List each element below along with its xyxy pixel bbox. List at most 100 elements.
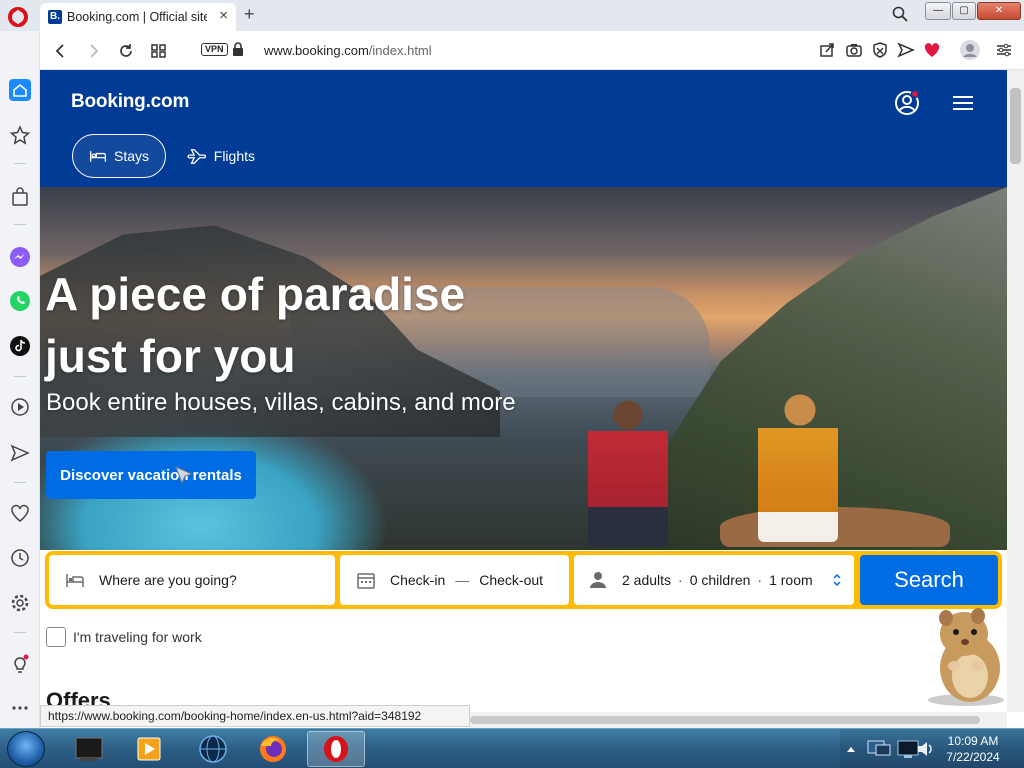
opera-logo-icon[interactable]	[8, 7, 28, 27]
url-host: www.booking.com	[264, 43, 369, 58]
heart-icon[interactable]	[923, 41, 941, 59]
firefox-icon	[260, 736, 286, 762]
lock-icon[interactable]	[232, 42, 244, 56]
terminal-app-icon	[75, 737, 103, 761]
search-button[interactable]: Search	[860, 555, 998, 605]
opera-icon	[324, 736, 348, 762]
hero-person-shape	[588, 397, 668, 547]
taskbar-app-media[interactable]	[120, 731, 178, 767]
work-travel-row: I'm traveling for work	[46, 627, 202, 647]
flow-send-icon[interactable]	[9, 442, 31, 464]
share-icon[interactable]	[818, 41, 836, 59]
booking-favicon-icon: B.	[48, 10, 62, 24]
work-travel-label[interactable]: I'm traveling for work	[73, 629, 202, 645]
sidebar-divider	[14, 482, 26, 483]
booking-logo[interactable]: Booking.com	[71, 91, 189, 113]
mouse-cursor-icon	[175, 466, 194, 485]
destination-input[interactable]: Where are you going?	[49, 555, 335, 605]
taskbar-app-terminal[interactable]	[60, 731, 118, 767]
bookmarks-heart-icon[interactable]	[9, 502, 31, 524]
history-clock-icon[interactable]	[9, 547, 31, 569]
network-monitor-icon[interactable]	[866, 736, 892, 762]
taskbar-app-globe[interactable]	[184, 731, 242, 767]
occupancy-selector[interactable]: 2 adults · 0 children · 1 room	[574, 555, 854, 605]
snapshot-camera-icon[interactable]	[845, 41, 863, 59]
tab-grid-icon[interactable]	[150, 42, 168, 60]
rooms-count: 1 room	[769, 572, 813, 588]
url-path: /index.html	[368, 43, 432, 58]
hero-banner: A piece of paradise just for you Book en…	[40, 187, 1007, 550]
occupancy-separator: ·	[757, 572, 763, 588]
whatsapp-icon[interactable]	[9, 290, 31, 312]
window-close-button[interactable]: ✕	[977, 2, 1021, 20]
taskbar-app-firefox[interactable]	[244, 731, 302, 767]
sidebar-divider	[14, 376, 26, 377]
windows-taskbar: 10:09 AM 7/22/2024	[0, 728, 1024, 768]
tray-expand-arrow-icon[interactable]	[846, 744, 856, 754]
back-arrow-icon[interactable]	[52, 42, 70, 60]
new-tab-button[interactable]: +	[244, 3, 255, 25]
pinboards-icon[interactable]	[9, 124, 31, 146]
nav-tab-stays[interactable]: Stays	[72, 134, 166, 178]
work-travel-checkbox[interactable]	[46, 627, 66, 647]
tab-close-icon[interactable]: ×	[219, 8, 228, 24]
tips-lightbulb-icon[interactable]	[9, 653, 31, 675]
home-icon[interactable]	[9, 79, 31, 101]
player-icon[interactable]	[9, 396, 31, 418]
forward-arrow-icon[interactable]	[84, 42, 102, 60]
profile-avatar-icon[interactable]	[959, 39, 981, 61]
reload-icon[interactable]	[117, 42, 135, 60]
send-icon[interactable]	[897, 41, 915, 59]
nav-tab-flights[interactable]: Flights	[171, 134, 271, 178]
discover-vacation-rentals-button[interactable]: Discover vacation rentals	[46, 451, 256, 499]
tiktok-icon[interactable]	[9, 335, 31, 357]
easy-setup-icon[interactable]	[995, 41, 1013, 59]
checkin-label[interactable]: Check-in	[390, 572, 445, 588]
messenger-icon[interactable]	[9, 246, 31, 268]
sidebar-divider	[14, 163, 26, 164]
nav-tab-label: Flights	[213, 148, 255, 164]
adults-count: 2 adults	[622, 572, 672, 588]
hamburger-menu-icon[interactable]	[953, 95, 973, 111]
calendar-icon	[357, 573, 375, 589]
taskbar-app-opera[interactable]	[307, 731, 365, 767]
status-bar-url: https://www.booking.com/booking-home/ind…	[40, 705, 470, 727]
account-icon[interactable]	[894, 90, 920, 116]
children-count: 0 children	[689, 572, 751, 588]
bed-icon	[66, 574, 84, 587]
horizontal-scroll-thumb[interactable]	[470, 716, 980, 724]
shopping-bag-icon[interactable]	[9, 186, 31, 208]
start-button[interactable]	[7, 731, 45, 767]
hero-subtitle: Book entire houses, villas, cabins, and …	[46, 389, 516, 416]
chevron-up-down-icon	[833, 573, 841, 587]
occupancy-separator: ·	[678, 572, 683, 588]
nav-tab-label: Stays	[113, 148, 149, 164]
destination-placeholder: Where are you going?	[99, 572, 237, 588]
browser-tab-booking[interactable]: B. Booking.com | Official site ×	[40, 3, 236, 31]
vpn-badge[interactable]: VPN	[201, 43, 228, 56]
hero-headline: A piece of paradise just for you	[45, 263, 565, 387]
bed-icon	[89, 151, 107, 162]
tab-title: Booking.com | Official site	[67, 10, 207, 24]
taskbar-clock[interactable]: 10:09 AM 7/22/2024	[930, 733, 1016, 765]
adblock-shield-icon[interactable]	[871, 41, 889, 59]
sidebar-divider	[14, 632, 26, 633]
vertical-scroll-thumb[interactable]	[1010, 88, 1021, 164]
sidebar-divider	[14, 224, 26, 225]
hero-headline-line1: A piece of paradise	[45, 268, 466, 320]
window-maximize-button[interactable]: ▢	[952, 2, 976, 20]
window-minimize-button[interactable]: —	[925, 2, 951, 20]
date-separator: —	[455, 572, 470, 588]
url-field[interactable]: www.booking.com/index.html	[264, 43, 432, 58]
checkout-label[interactable]: Check-out	[479, 572, 543, 588]
media-player-icon	[137, 737, 161, 761]
more-options-icon[interactable]	[9, 697, 31, 719]
person-icon	[590, 572, 606, 588]
vertical-scrollbar[interactable]	[1007, 70, 1024, 712]
globe-app-icon	[199, 735, 227, 763]
tab-search-icon[interactable]	[892, 6, 908, 22]
horizontal-scrollbar[interactable]	[470, 712, 1007, 728]
date-picker[interactable]: Check-in — Check-out	[340, 555, 569, 605]
airplane-icon	[187, 149, 206, 164]
settings-gear-icon[interactable]	[9, 592, 31, 614]
